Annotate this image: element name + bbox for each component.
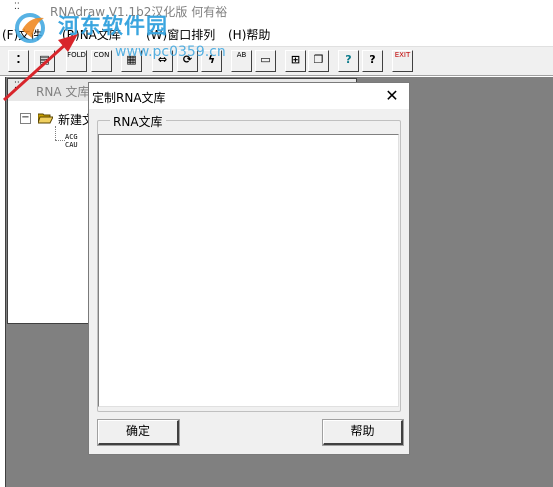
exit-icon: EXIT [394, 51, 411, 59]
custom-rna-library-dialog: 定制RNA文库 ✕ RNA文库 确定 帮助 [88, 82, 410, 455]
open-folder-icon [38, 113, 53, 124]
watermark-site-name: 河东软件园 [58, 13, 168, 38]
cascade-button[interactable]: ❐ [308, 50, 329, 72]
toolbar: ⁚ ▤ FOLD CON ▦ ⇔ ⟳ ϟ AB ▭ ⊞ ❐ ? ? EXIT [0, 46, 553, 76]
library-window-icon: ⁚⁚ [14, 81, 20, 91]
dialog-title: 定制RNA文库 [92, 91, 166, 105]
ab-button[interactable]: AB [231, 50, 252, 72]
new-icon: ⁚ [16, 53, 21, 66]
new-button[interactable]: ⁚ [8, 50, 29, 72]
help-button[interactable]: 帮助 [322, 419, 404, 446]
fold-button[interactable]: FOLD [66, 50, 87, 72]
help-question-button[interactable]: ? [338, 50, 359, 72]
open-icon: ▤ [39, 53, 50, 66]
context-help-button[interactable]: ? [362, 50, 383, 72]
tile-icon: ⊞ [290, 53, 301, 66]
help-question-icon: ? [345, 53, 352, 66]
tree-connector [55, 140, 65, 141]
ab-icon: AB [236, 51, 247, 59]
tree-connector [55, 126, 56, 140]
context-help-icon: ? [369, 53, 376, 66]
open-button[interactable]: ▤ [34, 50, 55, 72]
fold-icon: FOLD [67, 51, 86, 59]
con-icon: CON [93, 51, 110, 59]
cascade-icon: ❐ [313, 53, 324, 66]
con-button[interactable]: CON [91, 50, 112, 72]
library-title: RNA 文库 [36, 85, 90, 99]
edit-icon: ▭ [260, 53, 271, 66]
ok-button[interactable]: 确定 [97, 419, 180, 446]
groupbox-label: RNA文库 [110, 113, 166, 130]
dialog-title-bar[interactable]: 定制RNA文库 ✕ [89, 83, 409, 109]
watermark-logo-icon [15, 13, 45, 43]
edit-button[interactable]: ▭ [255, 50, 276, 72]
watermark-url: www.pc0359.cn [115, 44, 226, 60]
close-icon[interactable]: ✕ [379, 86, 405, 106]
menu-help[interactable]: (H)帮助 [228, 26, 270, 43]
rna-library-list[interactable] [98, 134, 399, 407]
exit-button[interactable]: EXIT [392, 50, 413, 72]
rna-sequence-icon[interactable]: ACG CAU [65, 133, 78, 149]
tile-button[interactable]: ⊞ [285, 50, 306, 72]
collapse-icon[interactable]: − [20, 113, 31, 124]
